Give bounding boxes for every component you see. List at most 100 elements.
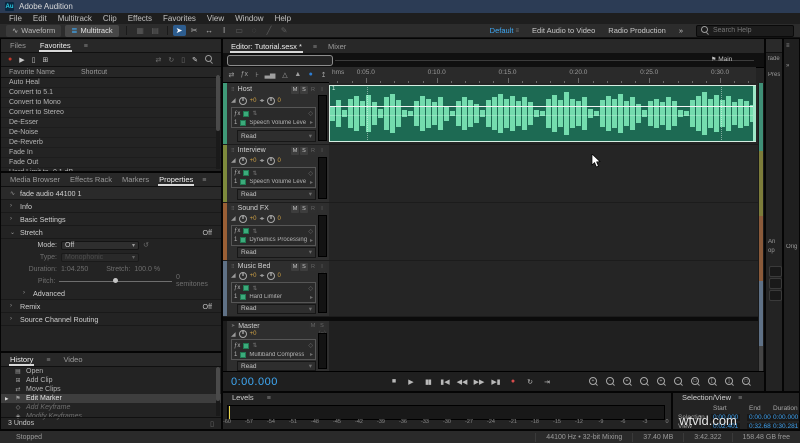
section-source-channel-routing[interactable]: › Source Channel Routing bbox=[1, 313, 221, 326]
solo-button[interactable]: S bbox=[300, 85, 308, 94]
panel-menu-icon[interactable]: ≡ bbox=[738, 395, 742, 404]
tab-editor[interactable]: Editor: Tutorial.sesx * bbox=[230, 40, 303, 53]
panel-menu-icon[interactable]: ≡ bbox=[202, 177, 206, 186]
arm-record-button[interactable]: R bbox=[309, 146, 317, 155]
reset-icon[interactable]: ↺ bbox=[143, 241, 149, 249]
link-icon[interactable]: ⇄ bbox=[156, 56, 162, 64]
spot-healing-tool[interactable]: ✎ bbox=[278, 25, 291, 36]
volume-knob[interactable] bbox=[238, 271, 247, 280]
marquee-selection-tool[interactable]: ▭ bbox=[233, 25, 246, 36]
favorite-row[interactable]: De-Noise bbox=[1, 128, 221, 138]
volume-envelope-line[interactable] bbox=[330, 105, 756, 107]
menu-help[interactable]: Help bbox=[275, 14, 291, 23]
section-info[interactable]: › Info bbox=[1, 200, 221, 213]
fx-power-toggle[interactable] bbox=[243, 285, 250, 292]
menu-view[interactable]: View bbox=[207, 14, 224, 23]
history-entry[interactable]: ◇ Add Keyframe bbox=[1, 403, 221, 412]
skip-selection-button[interactable]: ⇥ bbox=[541, 378, 553, 386]
section-advanced[interactable]: › Advanced bbox=[1, 287, 221, 299]
solo-button[interactable]: S bbox=[318, 322, 326, 330]
menu-clip[interactable]: Clip bbox=[103, 14, 117, 23]
menu-window[interactable]: Window bbox=[235, 14, 263, 23]
fast-forward-button[interactable]: ▶▶ bbox=[473, 378, 485, 386]
mute-button[interactable]: M bbox=[291, 85, 299, 94]
zoom-out-time-button[interactable]: - bbox=[639, 376, 650, 387]
track-lane[interactable]: 1 bbox=[329, 83, 758, 144]
record-mode-icon[interactable]: ● bbox=[305, 71, 316, 78]
time-display[interactable]: 0:00.000 bbox=[231, 376, 278, 388]
fx-slot-row[interactable]: 1 Speech Volume Leve ▸ bbox=[234, 178, 313, 187]
record-favorite-icon[interactable]: ● bbox=[8, 56, 12, 63]
panel-menu-icon[interactable]: ≡ bbox=[313, 44, 317, 53]
zoom-out-amplitude-button[interactable]: - bbox=[673, 376, 684, 387]
selection-start-value[interactable]: 0:00.000 bbox=[711, 414, 741, 421]
tab-markers[interactable]: Markers bbox=[121, 173, 150, 186]
rail-preset-box[interactable] bbox=[769, 266, 782, 277]
solo-button[interactable]: S bbox=[300, 204, 308, 213]
delete-favorite-icon[interactable]: ▯ bbox=[181, 56, 185, 64]
menu-multitrack[interactable]: Multitrack bbox=[58, 14, 92, 23]
record-button[interactable]: ● bbox=[507, 378, 519, 385]
new-folder-icon[interactable]: ⊞ bbox=[42, 56, 48, 64]
clip-fx-icon[interactable]: ƒx bbox=[239, 71, 250, 78]
menu-effects[interactable]: Effects bbox=[128, 14, 152, 23]
pause-button[interactable]: ▮▮ bbox=[422, 378, 434, 386]
tab-media-browser[interactable]: Media Browser bbox=[9, 173, 61, 186]
monitor-input-button[interactable]: I bbox=[318, 262, 326, 271]
zoom-out-full-button[interactable]: □ bbox=[741, 376, 752, 387]
rail-preset-box[interactable] bbox=[769, 278, 782, 289]
solo-button[interactable]: S bbox=[300, 146, 308, 155]
clip-volume-icon[interactable]: ▃▅ bbox=[265, 71, 276, 79]
view-start-value[interactable]: 0:02.401 bbox=[711, 423, 741, 429]
tab-effects-rack[interactable]: Effects Rack bbox=[69, 173, 113, 186]
history-scrollbar[interactable] bbox=[216, 367, 220, 416]
timeline-marker[interactable]: ⚑ Main bbox=[711, 56, 732, 63]
selection-duration-value[interactable]: 0:00.000 bbox=[771, 414, 799, 421]
mute-button[interactable]: M bbox=[291, 204, 299, 213]
monitor-input-button[interactable]: I bbox=[318, 146, 326, 155]
rail-preset-box[interactable] bbox=[769, 290, 782, 301]
fx-slot-toggle[interactable] bbox=[240, 351, 247, 358]
fx-power-toggle[interactable] bbox=[243, 342, 250, 349]
play-button[interactable]: ▶ bbox=[405, 378, 417, 386]
fx-slot-row[interactable]: 1 Speech Volume Leve ▸ bbox=[234, 118, 313, 127]
fx-power-toggle[interactable] bbox=[243, 228, 250, 235]
history-entry[interactable]: ⇄ Move Clips bbox=[1, 385, 221, 394]
fx-slot-toggle[interactable] bbox=[240, 179, 247, 186]
fx-power-toggle[interactable] bbox=[243, 170, 250, 177]
fx-slot-toggle[interactable] bbox=[240, 119, 247, 126]
spectral-pitch-icon[interactable]: ▤ bbox=[149, 25, 162, 36]
go-to-end-button[interactable]: ▶▮ bbox=[490, 378, 502, 386]
multitrack-view-button[interactable]: ≣ Multitrack bbox=[65, 24, 119, 37]
menu-file[interactable]: File bbox=[9, 14, 22, 23]
loop-playback-button[interactable]: ↻ bbox=[524, 378, 536, 386]
favorite-row[interactable]: Auto Heal bbox=[1, 78, 221, 88]
fx-slot-toggle[interactable] bbox=[240, 237, 247, 244]
history-entry[interactable]: ⊞ Add Clip bbox=[1, 376, 221, 385]
search-help-box[interactable] bbox=[696, 24, 794, 37]
fx-power-toggle[interactable] bbox=[243, 110, 250, 117]
panel-menu-icon[interactable]: ≡ bbox=[46, 357, 50, 366]
collapsed-panel-right[interactable]: ≡ » Orig bbox=[783, 38, 800, 392]
panel-menu-icon[interactable]: ≡ bbox=[267, 395, 271, 404]
tab-favorites[interactable]: Favorites bbox=[38, 39, 72, 52]
stop-button[interactable]: ■ bbox=[388, 378, 400, 385]
effects-brush-tool[interactable]: ╱ bbox=[263, 25, 276, 36]
clip-gain-icon[interactable]: ⊦ bbox=[252, 71, 263, 79]
arm-record-button[interactable]: R bbox=[309, 262, 317, 271]
view-duration-value[interactable]: 0:30.281 bbox=[771, 423, 799, 429]
metronome-icon[interactable]: ▲ bbox=[292, 71, 303, 78]
play-favorite-icon[interactable]: ▶ bbox=[19, 56, 24, 64]
slip-tool[interactable]: ↔ bbox=[203, 25, 216, 36]
timeline-navigator[interactable] bbox=[223, 53, 764, 68]
edit-favorite-icon[interactable]: ✎ bbox=[192, 56, 198, 64]
track-lane[interactable] bbox=[329, 203, 758, 260]
arm-record-button[interactable]: R bbox=[309, 204, 317, 213]
timeline-ruler[interactable]: hms 0:05.0 0:10.0 0:15.0 0:20.0 0:25.0 0:30.0 bbox=[329, 67, 756, 84]
tab-properties[interactable]: Properties bbox=[158, 173, 195, 186]
menu-favorites[interactable]: Favorites bbox=[163, 14, 196, 23]
volume-knob[interactable] bbox=[238, 156, 247, 165]
fx-slot-row[interactable]: 1 Dynamics Processing ▸ bbox=[234, 236, 313, 245]
section-basic-settings[interactable]: › Basic Settings bbox=[1, 213, 221, 226]
automation-mode-select[interactable]: Read ▾ bbox=[237, 303, 316, 314]
